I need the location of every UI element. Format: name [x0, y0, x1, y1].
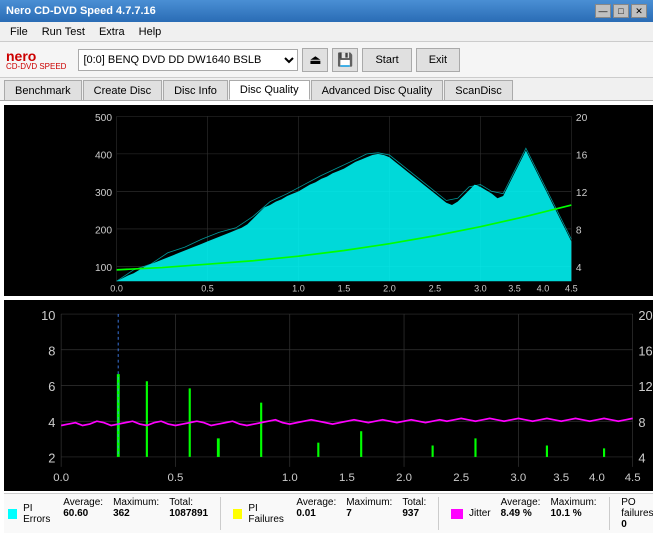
svg-text:4.5: 4.5 [625, 472, 641, 484]
svg-text:3.5: 3.5 [553, 472, 569, 484]
svg-text:2.5: 2.5 [453, 472, 469, 484]
svg-text:2.5: 2.5 [429, 283, 442, 293]
jitter-max: Maximum: 10.1 % [550, 497, 596, 530]
svg-text:300: 300 [95, 188, 112, 199]
svg-text:20: 20 [576, 113, 588, 124]
jitter-avg: Average: 8.49 % [501, 497, 541, 530]
svg-text:12: 12 [576, 188, 588, 199]
minimize-button[interactable]: — [595, 4, 611, 18]
close-button[interactable]: ✕ [631, 4, 647, 18]
tab-benchmark[interactable]: Benchmark [4, 80, 82, 100]
pi-failures-avg: Average: 0.01 [296, 497, 336, 530]
pi-failures-color [233, 509, 243, 519]
tab-advanced-disc-quality[interactable]: Advanced Disc Quality [311, 80, 444, 100]
svg-text:100: 100 [95, 263, 112, 274]
main-content: 500 400 300 200 100 20 16 12 8 4 0.0 0.5… [0, 101, 653, 537]
svg-text:1.0: 1.0 [292, 283, 305, 293]
nero-brand: nero [6, 49, 66, 63]
toolbar: nero CD-DVD SPEED [0:0] BENQ DVD DD DW16… [0, 42, 653, 78]
tab-bar: Benchmark Create Disc Disc Info Disc Qua… [0, 78, 653, 101]
svg-text:3.0: 3.0 [510, 472, 526, 484]
app-title: Nero CD-DVD Speed 4.7.7.16 [6, 5, 595, 17]
svg-text:2: 2 [48, 451, 55, 466]
svg-text:400: 400 [95, 150, 112, 161]
svg-text:8: 8 [576, 225, 582, 236]
menu-runtest[interactable]: Run Test [36, 25, 91, 39]
svg-text:1.0: 1.0 [282, 472, 298, 484]
svg-text:4: 4 [576, 263, 582, 274]
bottom-chart-svg: 10 8 6 4 2 20 16 12 8 4 0.0 0.5 1.0 1.5 … [4, 300, 653, 491]
cdspeed-brand: CD-DVD SPEED [6, 63, 66, 71]
menu-file[interactable]: File [4, 25, 34, 39]
svg-text:0.5: 0.5 [168, 472, 184, 484]
svg-text:4.0: 4.0 [589, 472, 605, 484]
svg-text:0.0: 0.0 [110, 283, 123, 293]
drive-selector[interactable]: [0:0] BENQ DVD DD DW1640 BSLB [78, 49, 298, 71]
pi-failures-label: PI Failures [248, 503, 286, 525]
svg-text:8: 8 [638, 415, 645, 430]
po-failures-stats: PO failures: 0 [621, 497, 653, 530]
svg-text:12: 12 [638, 379, 652, 394]
pi-errors-total: Total: 1087891 [169, 497, 208, 530]
svg-text:20: 20 [638, 308, 652, 323]
svg-text:16: 16 [576, 150, 588, 161]
svg-text:2.0: 2.0 [383, 283, 396, 293]
start-button[interactable]: Start [362, 48, 411, 72]
title-bar: Nero CD-DVD Speed 4.7.7.16 — □ ✕ [0, 0, 653, 22]
tab-disc-quality[interactable]: Disc Quality [229, 80, 310, 100]
jitter-color [451, 509, 463, 519]
pi-errors-stats: PI Errors Average: 60.60 Maximum: 362 To… [8, 497, 208, 530]
menu-bar: File Run Test Extra Help [0, 22, 653, 42]
svg-text:3.0: 3.0 [474, 283, 487, 293]
save-button[interactable]: 💾 [332, 48, 358, 72]
svg-text:500: 500 [95, 113, 112, 124]
svg-text:2.0: 2.0 [396, 472, 412, 484]
menu-extra[interactable]: Extra [93, 25, 131, 39]
svg-text:4.0: 4.0 [537, 283, 550, 293]
menu-help[interactable]: Help [133, 25, 168, 39]
svg-text:10: 10 [41, 308, 55, 323]
eject-button[interactable]: ⏏ [302, 48, 328, 72]
svg-text:4.5: 4.5 [565, 283, 578, 293]
pi-errors-label: PI Errors [23, 503, 53, 525]
pi-failures-max: Maximum: 7 [346, 497, 392, 530]
bottom-chart: 10 8 6 4 2 20 16 12 8 4 0.0 0.5 1.0 1.5 … [4, 300, 653, 491]
svg-text:4: 4 [48, 415, 55, 430]
svg-text:1.5: 1.5 [339, 472, 355, 484]
nero-logo: nero CD-DVD SPEED [6, 49, 66, 71]
chart-area: 500 400 300 200 100 20 16 12 8 4 0.0 0.5… [0, 101, 653, 537]
svg-text:8: 8 [48, 343, 55, 358]
maximize-button[interactable]: □ [613, 4, 629, 18]
top-chart-svg: 500 400 300 200 100 20 16 12 8 4 0.0 0.5… [4, 105, 653, 296]
pi-errors-color [8, 509, 17, 519]
svg-text:16: 16 [638, 343, 652, 358]
pi-errors-avg: Average: 60.60 [63, 497, 103, 530]
pi-errors-max: Maximum: 362 [113, 497, 159, 530]
svg-text:200: 200 [95, 225, 112, 236]
svg-text:3.5: 3.5 [508, 283, 521, 293]
jitter-label: Jitter [469, 508, 491, 519]
top-chart: 500 400 300 200 100 20 16 12 8 4 0.0 0.5… [4, 105, 653, 296]
svg-text:1.5: 1.5 [338, 283, 351, 293]
svg-text:0.5: 0.5 [201, 283, 214, 293]
pi-failures-stats: PI Failures Average: 0.01 Maximum: 7 Tot… [233, 497, 426, 530]
tab-create-disc[interactable]: Create Disc [83, 80, 162, 100]
pi-failures-total: Total: 937 [402, 497, 426, 530]
window-controls: — □ ✕ [595, 4, 647, 18]
svg-text:6: 6 [48, 379, 55, 394]
exit-button[interactable]: Exit [416, 48, 460, 72]
svg-text:4: 4 [638, 451, 645, 466]
tab-scandisc[interactable]: ScanDisc [444, 80, 512, 100]
stats-row: PI Errors Average: 60.60 Maximum: 362 To… [4, 493, 653, 533]
svg-text:0.0: 0.0 [53, 472, 69, 484]
jitter-stats: Jitter Average: 8.49 % Maximum: 10.1 % [451, 497, 597, 530]
tab-disc-info[interactable]: Disc Info [163, 80, 228, 100]
